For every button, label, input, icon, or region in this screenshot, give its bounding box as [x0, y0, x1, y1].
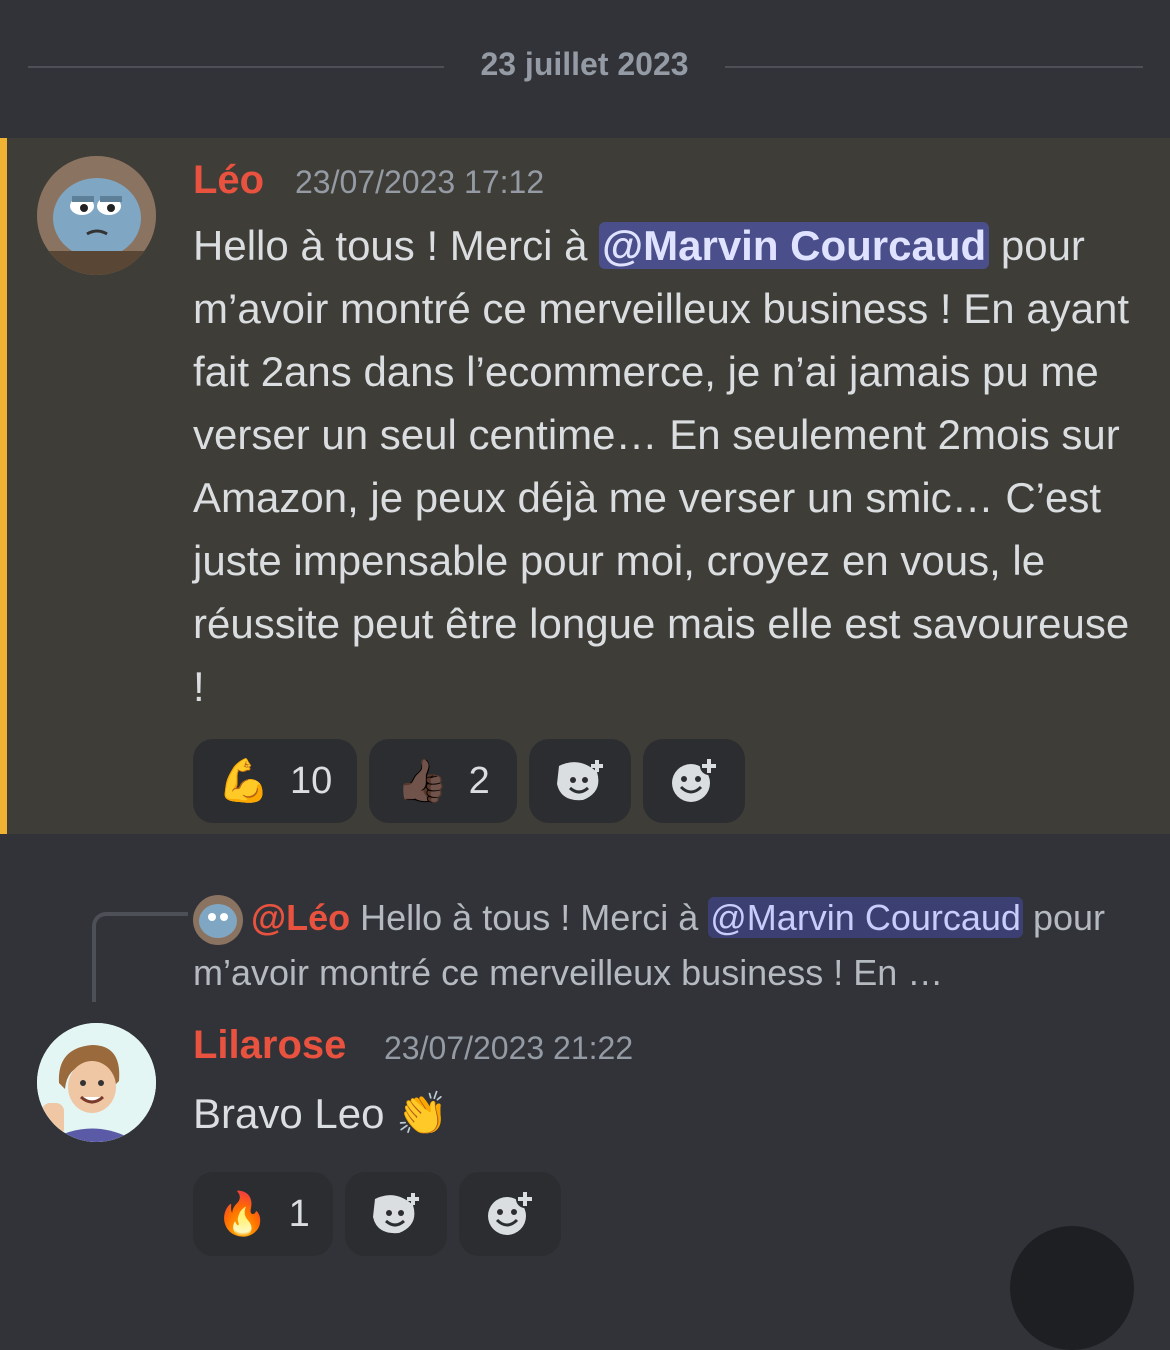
reply-author[interactable]: @Léo	[251, 897, 350, 938]
message-text-part: pour m’avoir montré ce merveilleux busin…	[193, 222, 1130, 710]
message-text-lilarose: Bravo Leo 👏	[193, 1090, 449, 1137]
message-text-leo: Hello à tous ! Merci à @Marvin Courcaud …	[193, 214, 1143, 718]
reaction-flexed-biceps[interactable]: 💪 10	[193, 739, 357, 823]
mini-avatar-leo	[193, 895, 243, 946]
fire-icon: 🔥	[216, 1189, 269, 1237]
reaction-count: 10	[290, 759, 333, 802]
gumball-avatar-icon	[193, 895, 243, 946]
add-super-reaction-icon	[557, 760, 603, 801]
timestamp-lilarose: 23/07/2023 21:22	[384, 1030, 634, 1066]
avatar-lilarose[interactable]	[37, 1023, 156, 1142]
add-reaction-button[interactable]	[643, 739, 745, 823]
avatar-leo[interactable]	[37, 156, 156, 275]
add-super-reaction-button[interactable]	[529, 739, 631, 823]
divider-line-left	[28, 66, 444, 68]
add-reaction-icon	[672, 757, 718, 802]
add-reaction-icon	[488, 1190, 534, 1235]
reply-text-part: Hello à tous ! Merci à	[360, 897, 709, 938]
add-super-reaction-button[interactable]	[345, 1172, 447, 1256]
message-text-part: Hello à tous ! Merci à	[193, 222, 600, 269]
reply-preview[interactable]: @Léo Hello à tous ! Merci à @Marvin Cour…	[193, 890, 1123, 1000]
thumbs-up-icon: 👍🏿	[396, 756, 449, 804]
timestamp-leo: 23/07/2023 17:12	[295, 164, 545, 200]
author-name-lilarose[interactable]: Lilarose	[193, 1023, 346, 1068]
reaction-thumbs-up[interactable]: 👍🏿 2	[369, 739, 517, 823]
reaction-count: 1	[288, 1192, 310, 1235]
add-super-reaction-icon	[373, 1193, 419, 1234]
reactions-lilarose: 🔥 1	[193, 1172, 561, 1256]
memoji-avatar-icon	[37, 1023, 156, 1142]
author-name-leo[interactable]: Léo	[193, 158, 264, 203]
flexed-biceps-icon: 💪	[217, 756, 271, 804]
reaction-count: 2	[468, 759, 490, 802]
floating-action-button[interactable]	[1010, 1226, 1134, 1350]
highlight-bar	[0, 138, 7, 834]
date-divider: 23 juillet 2023	[0, 0, 1170, 138]
reaction-fire[interactable]: 🔥 1	[193, 1172, 333, 1256]
reply-mention-marvin[interactable]: @Marvin Courcaud	[708, 897, 1023, 938]
mention-marvin[interactable]: @Marvin Courcaud	[599, 222, 990, 269]
reactions-leo: 💪 10 👍🏿 2	[193, 739, 745, 823]
date-divider-label: 23 juillet 2023	[480, 46, 689, 82]
add-reaction-button[interactable]	[459, 1172, 561, 1256]
divider-line-right	[725, 66, 1143, 68]
reply-connector	[92, 912, 188, 1002]
gumball-avatar-icon	[37, 156, 156, 275]
